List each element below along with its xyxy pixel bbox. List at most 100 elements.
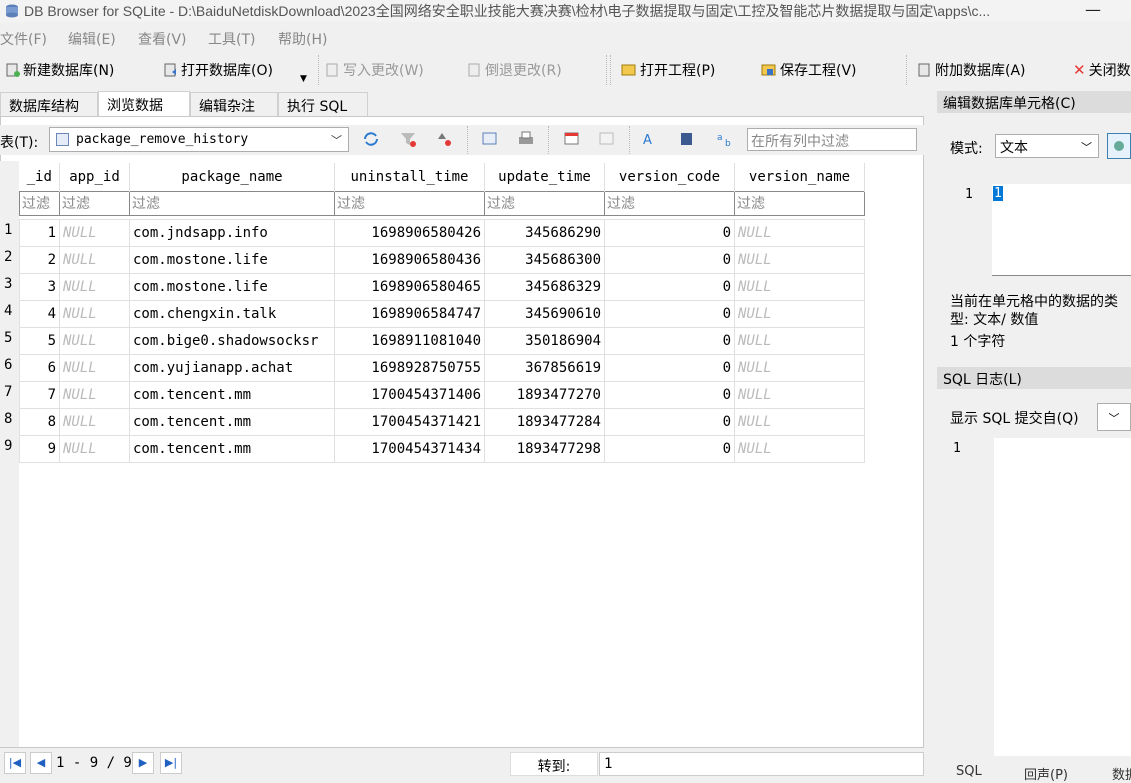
cell-app-id[interactable]: NULL (59, 380, 130, 409)
column-filter-input[interactable]: 过滤 (484, 190, 605, 216)
close-database-button[interactable]: ✕ 关闭数 (1073, 58, 1131, 82)
cell-uninstall-time[interactable]: 1700454371406 (334, 380, 485, 409)
row-number[interactable]: 1 (0, 222, 18, 238)
cell-uninstall-time[interactable]: 1700454371434 (334, 434, 485, 463)
cell-version-code[interactable]: 0 (604, 218, 735, 247)
previous-page-button[interactable]: ◀ (30, 752, 52, 774)
column-filter-input[interactable]: 过滤 (129, 190, 335, 216)
tab-data[interactable]: 数据 (1112, 764, 1131, 783)
auto-format-button[interactable] (1107, 133, 1131, 159)
goto-input[interactable]: 1 (599, 752, 924, 776)
column-filter-input[interactable]: 过滤 (19, 190, 60, 216)
next-page-button[interactable]: ▶ (132, 752, 154, 774)
cell-update-time[interactable]: 1893477298 (484, 434, 605, 463)
sort-icon[interactable] (436, 129, 456, 149)
font-icon[interactable]: A (641, 129, 661, 149)
row-number[interactable]: 8 (0, 411, 18, 427)
cell-version-code[interactable]: 0 (604, 299, 735, 328)
menu-file[interactable]: 文件(F) (0, 29, 47, 49)
cell-id[interactable]: 7 (19, 380, 60, 409)
print-icon[interactable] (516, 129, 536, 149)
cell-package-name[interactable]: com.bige0.shadowsocksr (129, 326, 335, 355)
cell-package-name[interactable]: com.mostone.life (129, 245, 335, 274)
cell-package-name[interactable]: com.chengxin.talk (129, 299, 335, 328)
row-number[interactable]: 4 (0, 303, 18, 319)
table-row[interactable]: 4 NULL com.chengxin.talk 1698906584747 3… (19, 299, 865, 328)
cell-editor[interactable]: 1 1 (962, 184, 1131, 276)
cell-version-name[interactable]: NULL (734, 272, 865, 301)
cell-package-name[interactable]: com.tencent.mm (129, 380, 335, 409)
save-project-button[interactable]: 保存工程(V) (761, 58, 857, 82)
cell-version-code[interactable]: 0 (604, 245, 735, 274)
tab-edit-pragmas[interactable]: 编辑杂注 (190, 92, 278, 116)
find-icon[interactable] (677, 129, 697, 149)
tab-echo[interactable]: 回声(P) (1024, 764, 1068, 783)
open-database-button[interactable]: 打开数据库(O) (164, 58, 273, 82)
cell-package-name[interactable]: com.yujianapp.achat (129, 353, 335, 382)
table-row[interactable]: 8 NULL com.tencent.mm 1700454371421 1893… (19, 407, 865, 436)
cell-update-time[interactable]: 345686329 (484, 272, 605, 301)
row-number[interactable]: 9 (0, 438, 18, 454)
cell-id[interactable]: 6 (19, 353, 60, 382)
cell-app-id[interactable]: NULL (59, 299, 130, 328)
column-header-package-name[interactable]: package_name (129, 163, 335, 191)
cell-app-id[interactable]: NULL (59, 353, 130, 382)
tab-database-structure[interactable]: 数据库结构 (0, 92, 98, 116)
cell-id[interactable]: 8 (19, 407, 60, 436)
cell-app-id[interactable]: NULL (59, 245, 130, 274)
table-row[interactable]: 7 NULL com.tencent.mm 1700454371406 1893… (19, 380, 865, 409)
cell-app-id[interactable]: NULL (59, 272, 130, 301)
cell-version-name[interactable]: NULL (734, 380, 865, 409)
row-number[interactable]: 2 (0, 249, 18, 265)
column-filter-input[interactable]: 过滤 (59, 190, 130, 216)
cell-version-code[interactable]: 0 (604, 326, 735, 355)
column-header-app-id[interactable]: app_id (59, 163, 130, 191)
cell-uninstall-time[interactable]: 1698911081040 (334, 326, 485, 355)
cell-update-time[interactable]: 367856619 (484, 353, 605, 382)
cell-id[interactable]: 3 (19, 272, 60, 301)
table-row[interactable]: 2 NULL com.mostone.life 1698906580436 34… (19, 245, 865, 274)
column-header-id[interactable]: _id (19, 163, 60, 191)
sql-log-editor[interactable]: 1 (950, 438, 1131, 756)
column-header-version-code[interactable]: version_code (604, 163, 735, 191)
cell-app-id[interactable]: NULL (59, 326, 130, 355)
cell-version-name[interactable]: NULL (734, 218, 865, 247)
cell-update-time[interactable]: 345686300 (484, 245, 605, 274)
tab-sql-log[interactable]: SQL (956, 764, 982, 779)
last-page-button[interactable]: ▶| (160, 752, 182, 774)
goto-button[interactable]: 转到: (510, 752, 598, 776)
cell-version-name[interactable]: NULL (734, 434, 865, 463)
table-row[interactable]: 9 NULL com.tencent.mm 1700454371434 1893… (19, 434, 865, 463)
cell-version-code[interactable]: 0 (604, 272, 735, 301)
cell-package-name[interactable]: com.tencent.mm (129, 434, 335, 463)
cell-version-name[interactable]: NULL (734, 407, 865, 436)
cell-update-time[interactable]: 345690610 (484, 299, 605, 328)
cell-uninstall-time[interactable]: 1700454371421 (334, 407, 485, 436)
cell-value[interactable]: 1 (993, 186, 1003, 201)
mode-select[interactable]: 文本 ﹀ (995, 134, 1099, 158)
row-number[interactable]: 5 (0, 330, 18, 346)
revert-changes-button[interactable]: 倒退更改(R) (468, 58, 562, 82)
cell-version-code[interactable]: 0 (604, 434, 735, 463)
cell-app-id[interactable]: NULL (59, 434, 130, 463)
cell-uninstall-time[interactable]: 1698906580465 (334, 272, 485, 301)
cell-id[interactable]: 1 (19, 218, 60, 247)
column-filter-input[interactable]: 过滤 (334, 190, 485, 216)
sql-log-source-select[interactable]: ﹀ (1097, 403, 1131, 431)
table-row[interactable]: 3 NULL com.mostone.life 1698906580465 34… (19, 272, 865, 301)
cell-update-time[interactable]: 1893477270 (484, 380, 605, 409)
replace-icon[interactable]: ab (715, 129, 735, 149)
clear-filters-icon[interactable] (398, 129, 418, 149)
column-filter-input[interactable]: 过滤 (604, 190, 735, 216)
open-project-button[interactable]: 打开工程(P) (621, 58, 715, 82)
tab-execute-sql[interactable]: 执行 SQL (278, 92, 368, 116)
minimize-button[interactable]: — (1083, 0, 1103, 20)
cell-uninstall-time[interactable]: 1698906580426 (334, 218, 485, 247)
cell-uninstall-time[interactable]: 1698906584747 (334, 299, 485, 328)
delete-record-icon[interactable] (597, 129, 617, 149)
column-header-version-name[interactable]: version_name (734, 163, 865, 191)
cell-id[interactable]: 9 (19, 434, 60, 463)
write-changes-button[interactable]: 写入更改(W) (326, 58, 424, 82)
cell-version-name[interactable]: NULL (734, 245, 865, 274)
menu-edit[interactable]: 编辑(E) (68, 29, 116, 49)
